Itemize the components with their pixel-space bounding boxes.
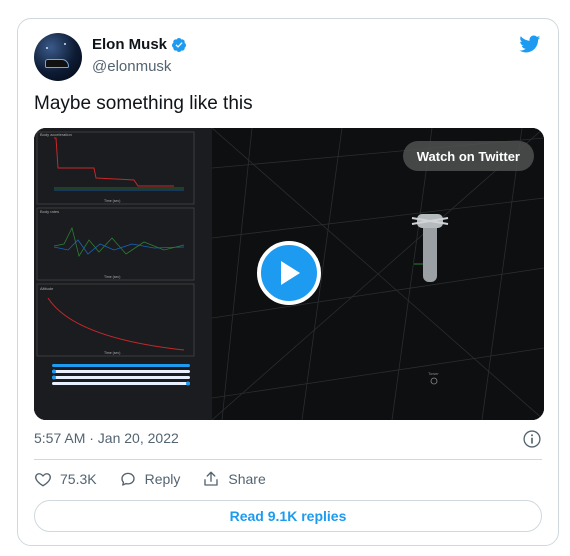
chart-title-body-rates: Body rates [40,209,59,214]
tweet-card: Elon Musk @elonmusk Maybe something like… [17,18,559,546]
play-icon [281,261,300,285]
watch-on-twitter-button[interactable]: Watch on Twitter [402,141,534,171]
action-bar: 75.3K Reply Share [34,470,288,488]
play-button[interactable] [257,241,321,305]
share-label: Share [228,471,266,487]
avatar[interactable] [34,33,82,81]
divider [34,459,542,460]
telemetry-charts: Body acceleration Time (sec) Body rates … [34,128,212,420]
like-count: 75.3K [60,471,97,487]
reply-label: Reply [144,471,181,487]
tweet-text: Maybe something like this [34,93,253,114]
reply-button[interactable]: Reply [119,470,181,488]
chart-axis-label-1: Time (sec) [104,199,120,203]
chart-title-body-acceleration: Body acceleration [40,132,72,137]
author-name[interactable]: Elon Musk [92,36,167,53]
video-player[interactable]: Body acceleration Time (sec) Body rates … [34,128,544,420]
reply-bubble-icon [120,472,135,486]
chart-axis-label-3: Time (sec) [104,351,120,355]
author-handle[interactable]: @elonmusk [92,58,171,75]
like-button[interactable]: 75.3K [34,470,97,488]
read-replies-button[interactable]: Read 9.1K replies [34,500,542,532]
chart-title-altitude: Altitude [40,286,54,291]
twitter-bird-icon[interactable] [517,33,542,55]
share-icon [204,471,219,486]
share-button[interactable]: Share [202,470,266,488]
tweet-timestamp[interactable]: 5:57 AM · Jan 20, 2022 [34,430,179,446]
heart-icon [35,473,51,487]
author-row: Elon Musk [92,36,187,53]
info-icon[interactable] [522,429,542,449]
verified-badge-icon [172,37,187,52]
tower-label: Tower [428,371,439,376]
chart-axis-label-2: Time (sec) [104,275,120,279]
